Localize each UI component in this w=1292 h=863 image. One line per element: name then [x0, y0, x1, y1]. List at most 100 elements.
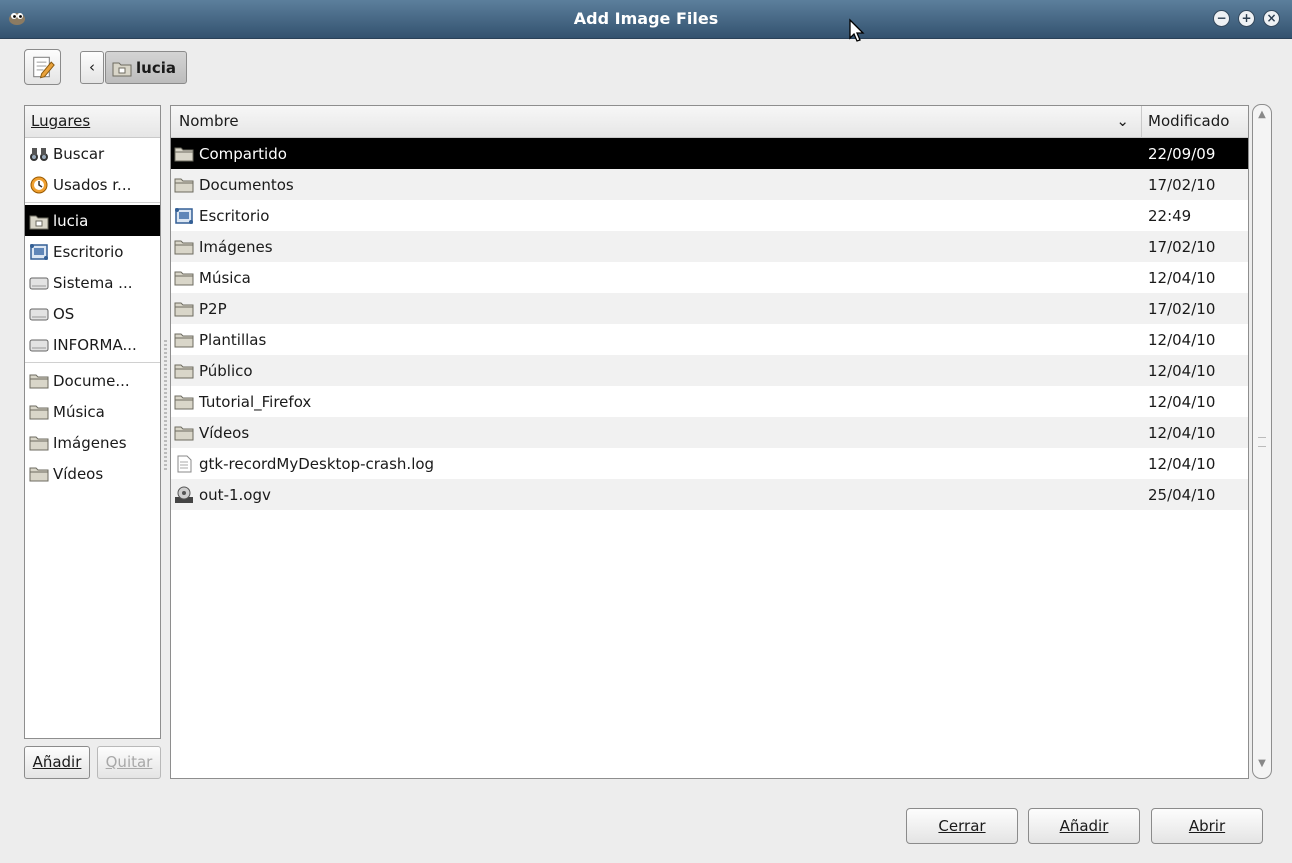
sidebar-item-lucia[interactable]: lucia: [25, 205, 160, 236]
table-row[interactable]: Música 12/04/10: [171, 262, 1248, 293]
sidebar-item-label: Escritorio: [53, 242, 124, 261]
maximize-icon[interactable]: +: [1238, 10, 1255, 27]
file-name-cell: Vídeos: [171, 424, 1142, 442]
places-sidebar[interactable]: Lugares Buscar Usados r... lucia Escritorio…: [24, 105, 161, 739]
sidebar-item-informa[interactable]: INFORMA...: [25, 329, 160, 360]
folder-icon: [174, 424, 194, 442]
file-modified: 22/09/09: [1148, 144, 1216, 163]
file-name-cell: gtk-recordMyDesktop-crash.log: [171, 455, 1142, 473]
sidebar-item-música[interactable]: Música: [25, 396, 160, 427]
file-modified: 12/04/10: [1148, 454, 1216, 473]
close-icon[interactable]: ×: [1263, 10, 1280, 27]
folder-icon: [29, 372, 49, 390]
sidebar-item-label: Vídeos: [53, 464, 104, 483]
add-button[interactable]: Añadir: [1028, 808, 1140, 844]
file-name-cell: Música: [171, 269, 1142, 287]
folder-icon: [174, 362, 194, 380]
sidebar-item-label: Docume...: [53, 371, 130, 390]
minimize-icon[interactable]: −: [1213, 10, 1230, 27]
desktop-icon: [174, 207, 194, 225]
drive-icon: [29, 274, 49, 292]
scroll-up-icon[interactable]: ▲: [1253, 109, 1271, 125]
sidebar-item-label: Música: [53, 402, 105, 421]
folder-icon: [29, 403, 49, 421]
table-row[interactable]: Tutorial_Firefox 12/04/10: [171, 386, 1248, 417]
column-name-label: Nombre: [179, 112, 239, 130]
file-name: Público: [199, 361, 253, 380]
table-row[interactable]: Compartido 22/09/09: [171, 138, 1248, 169]
remove-bookmark-label: Quitar: [105, 753, 153, 771]
file-name: Vídeos: [199, 423, 250, 442]
places-header[interactable]: Lugares: [25, 106, 160, 138]
binoculars-icon: [29, 145, 49, 163]
file-name-cell: Público: [171, 362, 1142, 380]
file-name: Imágenes: [199, 237, 273, 256]
table-row[interactable]: Vídeos 12/04/10: [171, 417, 1248, 448]
table-row[interactable]: Documentos 17/02/10: [171, 169, 1248, 200]
type-location-button[interactable]: [24, 49, 61, 85]
column-modified-header[interactable]: Modificado: [1142, 106, 1248, 137]
file-modified: 12/04/10: [1148, 330, 1216, 349]
sidebar-item-label: lucia: [53, 211, 89, 230]
sidebar-item-usados-r[interactable]: Usados r...: [25, 169, 160, 200]
pencil-document-icon: [33, 56, 55, 79]
sidebar-item-escritorio[interactable]: Escritorio: [25, 236, 160, 267]
sidebar-item-docume[interactable]: Docume...: [25, 365, 160, 396]
breadcrumb-lucia[interactable]: lucia: [105, 51, 187, 84]
places-header-label: Lugares: [31, 112, 91, 130]
path-back-button[interactable]: ‹: [80, 51, 104, 84]
places-list[interactable]: Buscar Usados r... lucia Escritorio Sistema …: [25, 138, 160, 489]
file-name-cell: Plantillas: [171, 331, 1142, 349]
file-modified: 12/04/10: [1148, 361, 1216, 380]
table-row[interactable]: gtk-recordMyDesktop-crash.log 12/04/10: [171, 448, 1248, 479]
sidebar-item-label: Buscar: [53, 144, 105, 163]
file-name: Compartido: [199, 144, 287, 163]
add-bookmark-button[interactable]: Añadir: [24, 746, 90, 779]
home-folder-icon: [112, 62, 132, 76]
close-button-label: Cerrar: [938, 817, 986, 835]
file-name-cell: Tutorial_Firefox: [171, 393, 1142, 411]
sidebar-item-sistema[interactable]: Sistema ...: [25, 267, 160, 298]
scrollbar-grip[interactable]: [1258, 437, 1266, 447]
sidebar-item-os[interactable]: OS: [25, 298, 160, 329]
file-name: Plantillas: [199, 330, 267, 349]
pane-resize-handle[interactable]: [164, 340, 167, 470]
file-list-header: Nombre ⌄ Modificado: [171, 106, 1248, 138]
drive-icon: [29, 336, 49, 354]
sidebar-item-buscar[interactable]: Buscar: [25, 138, 160, 169]
table-row[interactable]: out-1.ogv 25/04/10: [171, 479, 1248, 510]
sidebar-item-imágenes[interactable]: Imágenes: [25, 427, 160, 458]
file-name-cell: Documentos: [171, 176, 1142, 194]
window-title: Add Image Files: [573, 9, 719, 28]
sidebar-item-label: Imágenes: [53, 433, 127, 452]
vertical-scrollbar[interactable]: ▲ ▼: [1252, 104, 1272, 779]
column-name-header[interactable]: Nombre ⌄: [171, 106, 1142, 137]
file-name-cell: out-1.ogv: [171, 486, 1142, 504]
table-row[interactable]: Público 12/04/10: [171, 355, 1248, 386]
file-name: Documentos: [199, 175, 294, 194]
folder-icon: [174, 238, 194, 256]
folder-icon: [29, 434, 49, 452]
file-name: gtk-recordMyDesktop-crash.log: [199, 454, 435, 473]
table-row[interactable]: Plantillas 12/04/10: [171, 324, 1248, 355]
sidebar-item-label: INFORMA...: [53, 335, 137, 354]
breadcrumb-label: lucia: [136, 58, 176, 77]
table-row[interactable]: P2P 17/02/10: [171, 293, 1248, 324]
file-name-cell: Escritorio: [171, 207, 1142, 225]
sidebar-item-vídeos[interactable]: Vídeos: [25, 458, 160, 489]
sidebar-item-label: Sistema ...: [53, 273, 133, 292]
table-row[interactable]: Imágenes 17/02/10: [171, 231, 1248, 262]
file-modified: 12/04/10: [1148, 423, 1216, 442]
scroll-down-icon[interactable]: ▼: [1253, 758, 1271, 774]
home-folder-icon: [29, 212, 49, 230]
title-bar[interactable]: Add Image Files − + ×: [0, 0, 1292, 39]
remove-bookmark-button: Quitar: [97, 746, 161, 779]
desktop-icon: [29, 243, 49, 261]
sidebar-item-label: OS: [53, 304, 75, 323]
open-button[interactable]: Abrir: [1151, 808, 1263, 844]
file-list[interactable]: Nombre ⌄ Modificado Compartido 22/09/09 Do…: [170, 105, 1249, 779]
table-row[interactable]: Escritorio 22:49: [171, 200, 1248, 231]
folder-icon: [174, 176, 194, 194]
file-modified: 12/04/10: [1148, 392, 1216, 411]
close-button[interactable]: Cerrar: [906, 808, 1018, 844]
